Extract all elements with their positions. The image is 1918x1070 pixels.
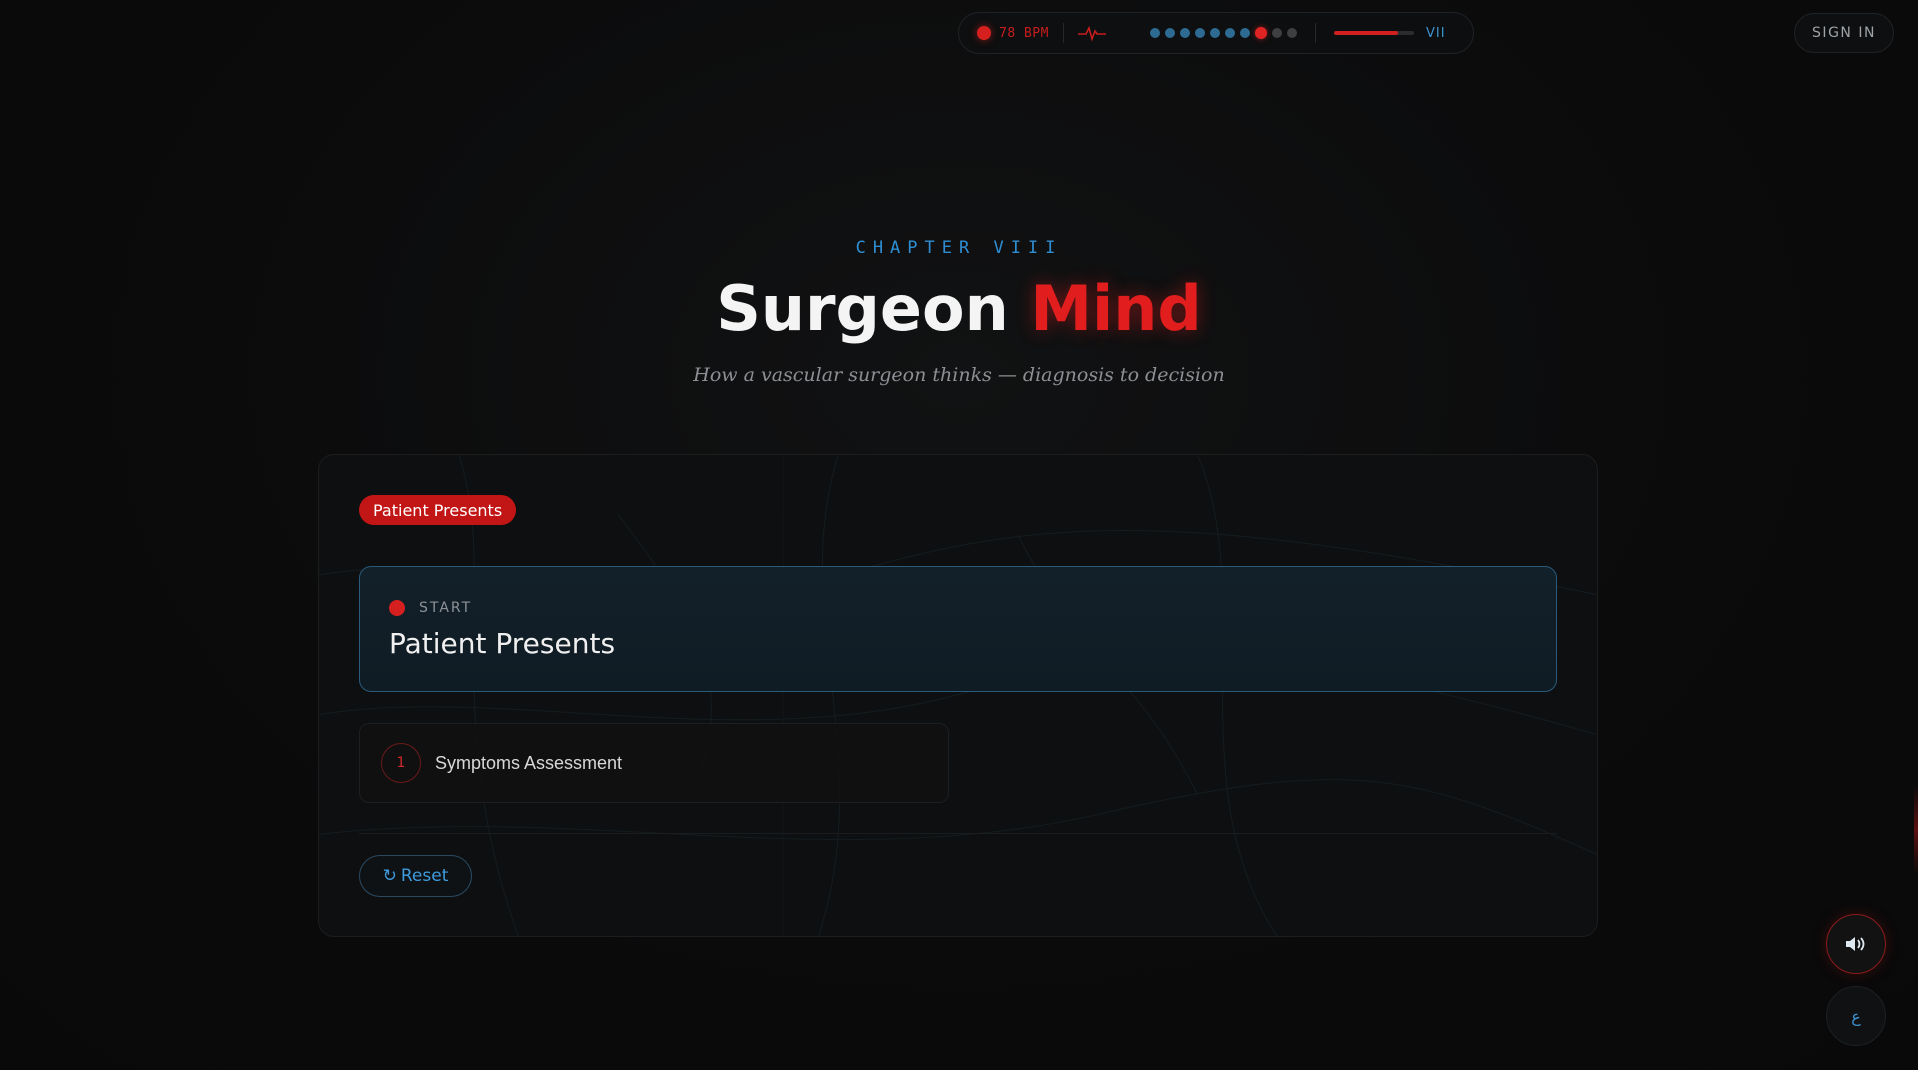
reset-label: Reset	[400, 866, 449, 886]
heartbeat-indicator-icon	[977, 26, 991, 40]
chapter-dot-future[interactable]	[1271, 28, 1282, 38]
panel-divider	[359, 833, 1557, 834]
option-label: Symptoms Assessment	[435, 752, 623, 773]
chapter-dot-active[interactable]	[1254, 27, 1267, 39]
chapter-dot-done[interactable]	[1224, 28, 1235, 38]
heart-rate-readout: 78 BPM	[977, 26, 1049, 41]
decision-option-symptoms-assessment[interactable]: 1 Symptoms Assessment	[359, 723, 949, 803]
decision-tree-panel: Patient Presents START Patient Presents …	[318, 454, 1598, 937]
chapter-dot-done[interactable]	[1149, 28, 1160, 38]
sign-in-button[interactable]: SIGN IN	[1794, 13, 1894, 53]
reset-icon: ↻	[382, 866, 397, 886]
chapter-dot-done[interactable]	[1194, 28, 1205, 38]
bpm-label: 78 BPM	[999, 25, 1049, 41]
current-stage-badge: Patient Presents	[359, 495, 517, 525]
chapter-progress-fill	[1333, 31, 1398, 35]
ecg-pulse-icon	[1077, 25, 1106, 42]
chapter-dot-done[interactable]	[1164, 28, 1175, 38]
language-toggle-button[interactable]: ع	[1826, 986, 1886, 1046]
title-accent: Mind	[1030, 272, 1202, 345]
start-node-title: Patient Presents	[389, 627, 616, 660]
page-title: Surgeon Mind	[0, 272, 1918, 345]
start-node-card[interactable]: START Patient Presents	[359, 566, 1557, 692]
start-node-header: START	[389, 600, 472, 616]
scroll-edge-indicator	[1914, 785, 1918, 875]
start-node-tag: START	[419, 600, 473, 616]
chapter-dot-future[interactable]	[1286, 28, 1297, 38]
hud-divider	[1314, 23, 1316, 43]
title-main: Surgeon	[716, 272, 1009, 345]
option-number-badge: 1	[381, 743, 421, 783]
speaker-icon	[1846, 937, 1865, 951]
page-subtitle: How a vascular surgeon thinks — diagnosi…	[693, 364, 1225, 386]
hud-divider	[1062, 23, 1064, 43]
chapter-label: CHAPTER VIII	[855, 238, 1063, 258]
chapter-dot-done[interactable]	[1179, 28, 1190, 38]
vitals-hud: 78 BPM VII	[958, 12, 1474, 54]
vessel-network-background	[319, 455, 1597, 936]
current-chapter-numeral: VII	[1425, 25, 1446, 41]
chapter-dot-done[interactable]	[1209, 28, 1220, 38]
chapter-progress-dots	[1149, 27, 1297, 39]
chapter-progress-bar	[1333, 31, 1414, 35]
chapter-dot-done[interactable]	[1239, 28, 1250, 38]
start-node-dot-icon	[389, 600, 405, 616]
reset-button[interactable]: ↻ Reset	[359, 855, 472, 897]
sound-toggle-button[interactable]	[1826, 914, 1886, 974]
